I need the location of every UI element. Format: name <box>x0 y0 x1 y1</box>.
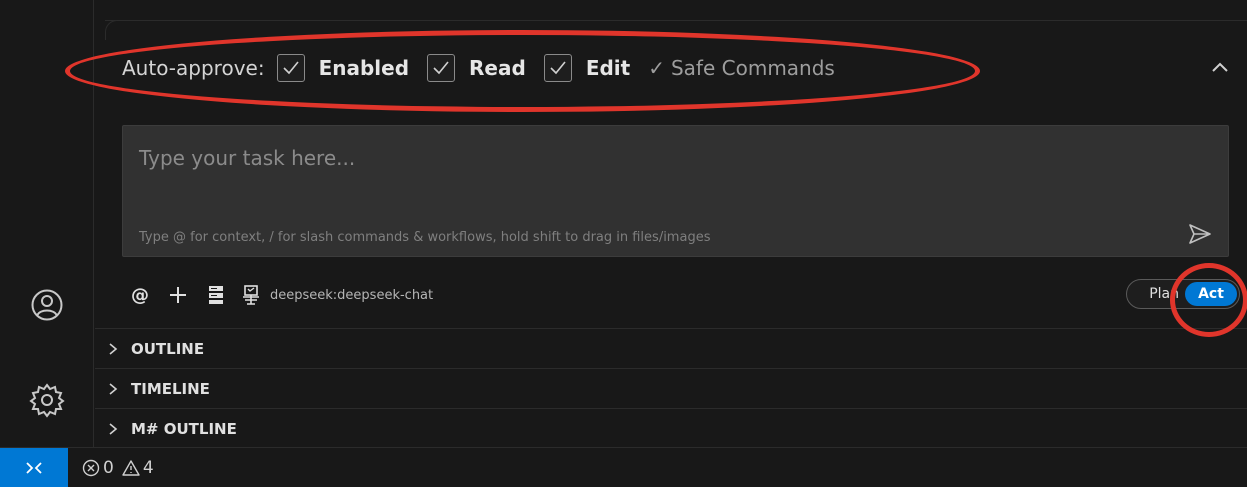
add-context-button[interactable]: @ <box>128 281 152 309</box>
section-title: TIMELINE <box>131 379 210 398</box>
act-mode-button[interactable]: Act <box>1185 282 1237 306</box>
chevron-right-icon <box>107 342 127 356</box>
error-icon <box>82 459 100 476</box>
task-input[interactable] <box>123 126 1228 216</box>
safe-commands-label: Safe Commands <box>670 56 835 80</box>
account-icon <box>31 289 63 321</box>
task-input-box: Type @ for context, / for slash commands… <box>122 125 1229 257</box>
auto-approve-read-checkbox[interactable]: Read <box>427 54 526 82</box>
checkbox-check-icon <box>543 54 572 82</box>
auto-approve-bar: Auto-approve: Enabled Read Edit ✓ Safe C… <box>122 50 835 86</box>
model-name: deepseek:deepseek-chat <box>270 287 434 303</box>
send-button[interactable] <box>1186 220 1214 248</box>
auto-approve-label: Auto-approve: <box>122 56 265 80</box>
outline-section-header[interactable]: OUTLINE <box>95 328 1247 368</box>
problems-indicator[interactable]: 0 4 <box>82 458 158 478</box>
task-input-hint: Type @ for context, / for slash commands… <box>139 230 711 245</box>
collapse-auto-approve-button[interactable] <box>1205 52 1235 82</box>
checkbox-check-icon <box>276 54 305 82</box>
edit-label: Edit <box>585 56 631 80</box>
manage-settings-button[interactable] <box>22 375 72 425</box>
activity-bar <box>0 0 94 447</box>
chevron-right-icon <box>107 422 127 436</box>
panel-corner <box>105 20 125 40</box>
app-window: Auto-approve: Enabled Read Edit ✓ Safe C… <box>0 0 1247 487</box>
warning-icon <box>122 459 140 476</box>
model-icon <box>243 285 259 305</box>
chevron-right-icon <box>107 382 127 396</box>
auto-approve-edit-checkbox[interactable]: Edit <box>543 54 631 82</box>
server-icon <box>209 286 223 304</box>
gear-icon <box>29 383 65 418</box>
error-count: 0 <box>103 457 114 478</box>
chat-toolbar: @ deepseek:deepseek-chat <box>128 280 447 310</box>
markdown-outline-section-header[interactable]: M# OUTLINE <box>95 408 1247 448</box>
plus-icon <box>170 287 186 303</box>
warning-count: 4 <box>142 457 154 478</box>
timeline-section-header[interactable]: TIMELINE <box>95 368 1247 408</box>
chevron-up-icon <box>1212 62 1228 72</box>
section-title: M# OUTLINE <box>131 419 237 438</box>
read-label: Read <box>469 56 526 80</box>
plan-mode-button[interactable]: Plan <box>1127 280 1181 308</box>
send-icon <box>1189 224 1211 244</box>
add-files-button[interactable] <box>166 281 190 309</box>
panel-divider <box>105 20 1247 21</box>
plan-act-toggle: Plan Act <box>1126 279 1240 309</box>
section-title: OUTLINE <box>131 339 205 358</box>
at-icon: @ <box>131 284 149 306</box>
chat-panel: Auto-approve: Enabled Read Edit ✓ Safe C… <box>95 0 1247 447</box>
accounts-button[interactable] <box>22 280 72 330</box>
remote-indicator-button[interactable] <box>0 447 68 487</box>
model-selector-button[interactable]: deepseek:deepseek-chat <box>242 281 433 309</box>
checkbox-check-icon <box>427 54 456 82</box>
safe-commands-item[interactable]: ✓ Safe Commands <box>648 56 835 80</box>
remote-icon <box>26 461 42 474</box>
mcp-servers-button[interactable] <box>204 281 228 309</box>
status-bar: 0 4 <box>0 447 1247 487</box>
checkmark-icon: ✓ <box>648 56 665 80</box>
auto-approve-enabled-checkbox[interactable]: Enabled <box>276 54 410 82</box>
enabled-label: Enabled <box>318 56 410 80</box>
